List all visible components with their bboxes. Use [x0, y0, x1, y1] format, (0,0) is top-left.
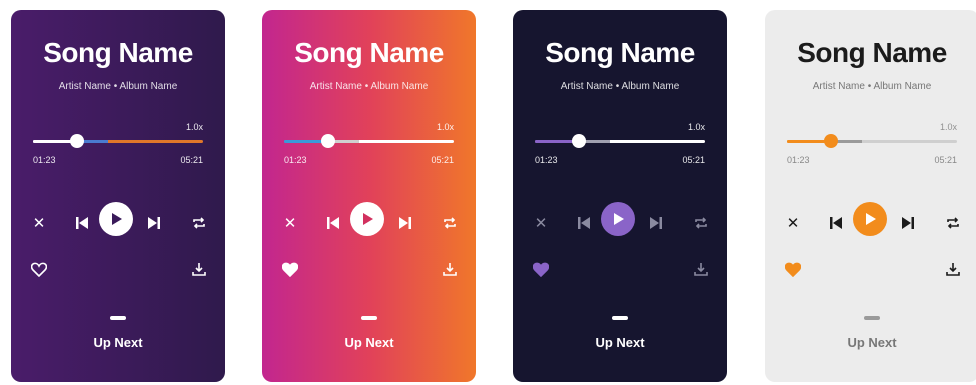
up-next-label[interactable]: Up Next [513, 335, 727, 350]
repeat-button[interactable] [189, 213, 209, 233]
like-button[interactable] [29, 259, 49, 279]
shuffle-icon: ✕ [786, 215, 800, 232]
repeat-icon [947, 217, 959, 229]
shuffle-button[interactable]: ✕ [280, 213, 300, 233]
heart-icon [785, 262, 801, 277]
shuffle-button[interactable]: ✕ [29, 213, 49, 233]
next-icon [902, 217, 914, 229]
previous-button[interactable] [825, 213, 847, 233]
download-icon [946, 262, 960, 276]
player-card-dark: Song Name Artist Name • Album Name 1.0x … [513, 10, 727, 382]
time-total: 05:21 [431, 155, 454, 165]
up-next-label[interactable]: Up Next [765, 335, 976, 350]
heart-icon [533, 262, 549, 277]
previous-icon [830, 217, 842, 229]
shuffle-button[interactable]: ✕ [531, 213, 551, 233]
progress-track[interactable] [535, 134, 705, 148]
shuffle-icon: ✕ [283, 215, 297, 232]
up-next-handle[interactable] [110, 316, 126, 320]
repeat-icon [444, 217, 456, 229]
previous-icon [76, 217, 88, 229]
play-button[interactable] [853, 202, 887, 236]
up-next-label[interactable]: Up Next [11, 335, 225, 350]
next-button[interactable] [645, 213, 667, 233]
play-icon [614, 213, 624, 225]
progress-knob[interactable] [572, 134, 587, 148]
up-next-label[interactable]: Up Next [262, 335, 476, 350]
progress-knob[interactable] [321, 134, 336, 148]
song-title: Song Name [545, 37, 695, 68]
time-total: 05:21 [682, 155, 705, 165]
time-elapsed: 01:23 [33, 155, 56, 165]
playback-speed[interactable]: 1.0x [688, 122, 705, 132]
time-total: 05:21 [180, 155, 203, 165]
artist-album: Artist Name • Album Name [58, 81, 178, 92]
next-button[interactable] [897, 213, 919, 233]
repeat-icon [193, 217, 205, 229]
time-elapsed: 01:23 [787, 155, 810, 165]
progress-track[interactable] [33, 134, 203, 148]
repeat-icon [695, 217, 707, 229]
repeat-button[interactable] [691, 213, 711, 233]
next-icon [148, 217, 160, 229]
song-title: Song Name [797, 37, 947, 68]
previous-button[interactable] [573, 213, 595, 233]
playback-speed[interactable]: 1.0x [186, 122, 203, 132]
download-button[interactable] [440, 259, 460, 279]
previous-button[interactable] [322, 213, 344, 233]
player-card-purple: Song Name Artist Name • Album Name 1.0x … [11, 10, 225, 382]
download-icon [443, 262, 457, 276]
time-elapsed: 01:23 [284, 155, 307, 165]
download-button[interactable] [189, 259, 209, 279]
shuffle-icon: ✕ [32, 215, 46, 232]
song-title: Song Name [43, 37, 193, 68]
up-next-handle[interactable] [612, 316, 628, 320]
artist-album: Artist Name • Album Name [309, 81, 429, 92]
play-button[interactable] [99, 202, 133, 236]
play-icon [866, 213, 876, 225]
progress-knob[interactable] [70, 134, 85, 148]
play-button[interactable] [350, 202, 384, 236]
heart-icon [282, 262, 298, 277]
song-title: Song Name [294, 37, 444, 68]
time-total: 05:21 [934, 155, 957, 165]
up-next-handle[interactable] [864, 316, 880, 320]
previous-icon [327, 217, 339, 229]
next-button[interactable] [394, 213, 416, 233]
like-button[interactable] [783, 259, 803, 279]
download-icon [192, 262, 206, 276]
progress-track[interactable] [787, 134, 957, 148]
time-elapsed: 01:23 [535, 155, 558, 165]
play-button[interactable] [601, 202, 635, 236]
next-icon [650, 217, 662, 229]
artist-album: Artist Name • Album Name [812, 81, 932, 92]
heart-icon [31, 262, 47, 277]
next-button[interactable] [143, 213, 165, 233]
like-button[interactable] [280, 259, 300, 279]
play-icon [112, 213, 122, 225]
up-next-handle[interactable] [361, 316, 377, 320]
download-icon [694, 262, 708, 276]
previous-icon [578, 217, 590, 229]
shuffle-icon: ✕ [534, 215, 548, 232]
player-card-gradient: Song Name Artist Name • Album Name 1.0x … [262, 10, 476, 382]
repeat-button[interactable] [943, 213, 963, 233]
playback-speed[interactable]: 1.0x [940, 122, 957, 132]
previous-button[interactable] [71, 213, 93, 233]
artist-album: Artist Name • Album Name [560, 81, 680, 92]
repeat-button[interactable] [440, 213, 460, 233]
player-card-light: Song Name Artist Name • Album Name 1.0x … [765, 10, 976, 382]
play-icon [363, 213, 373, 225]
next-icon [399, 217, 411, 229]
download-button[interactable] [943, 259, 963, 279]
download-button[interactable] [691, 259, 711, 279]
playback-speed[interactable]: 1.0x [437, 122, 454, 132]
progress-knob[interactable] [824, 134, 839, 148]
shuffle-button[interactable]: ✕ [783, 213, 803, 233]
progress-track[interactable] [284, 134, 454, 148]
like-button[interactable] [531, 259, 551, 279]
